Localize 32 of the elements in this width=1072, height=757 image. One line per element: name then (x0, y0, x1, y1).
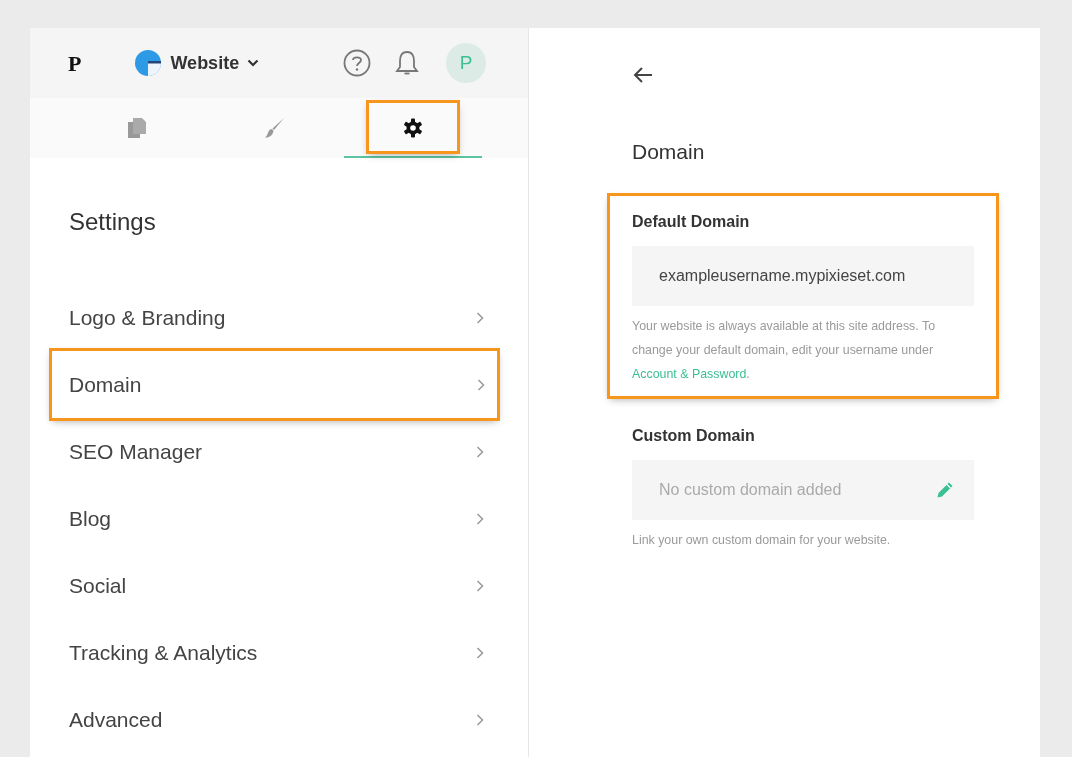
gear-icon (403, 117, 423, 138)
pages-icon (127, 116, 147, 139)
chevron-right-icon (476, 579, 484, 592)
paintbrush-icon (264, 116, 286, 139)
settings-menu-item[interactable]: Blog (30, 485, 528, 552)
settings-title: Settings (69, 207, 157, 237)
tab[interactable] (344, 98, 482, 158)
section-heading: Default Domain (632, 211, 751, 232)
section-heading: Custom Domain (632, 425, 756, 446)
chevron-right-icon (476, 646, 484, 659)
pencil-icon[interactable] (936, 480, 954, 499)
site-logo-icon (134, 49, 163, 77)
settings-menu-item[interactable]: SEO Manager (30, 418, 528, 485)
settings-menu-item[interactable]: Social (30, 552, 528, 619)
site-switcher[interactable]: Website (134, 49, 260, 77)
settings-menu-item[interactable]: Tracking & Analytics (30, 619, 528, 686)
bell-icon[interactable] (394, 49, 421, 77)
help-icon[interactable] (343, 49, 372, 77)
settings-menu-item[interactable]: Domain (52, 351, 497, 418)
domain-field: exampleusername.mypixieset.com (632, 245, 974, 306)
help-text: Link your own custom domain for your website. (632, 531, 892, 549)
chevron-right-icon (477, 378, 485, 391)
chevron-right-icon (476, 311, 484, 324)
domain-title: Domain (632, 139, 706, 165)
help-text: Your website is always available at this site address. To change your default domain, edit your username under Account & Password. (632, 317, 937, 383)
caret-icon (247, 59, 260, 67)
chevron-right-icon (476, 445, 484, 458)
settings-menu-item[interactable]: Logo & Branding (30, 284, 528, 351)
settings-menu-item[interactable]: Advanced (30, 686, 528, 753)
chevron-right-icon (476, 512, 484, 525)
chevron-right-icon (476, 713, 484, 726)
logo: P (68, 49, 82, 78)
